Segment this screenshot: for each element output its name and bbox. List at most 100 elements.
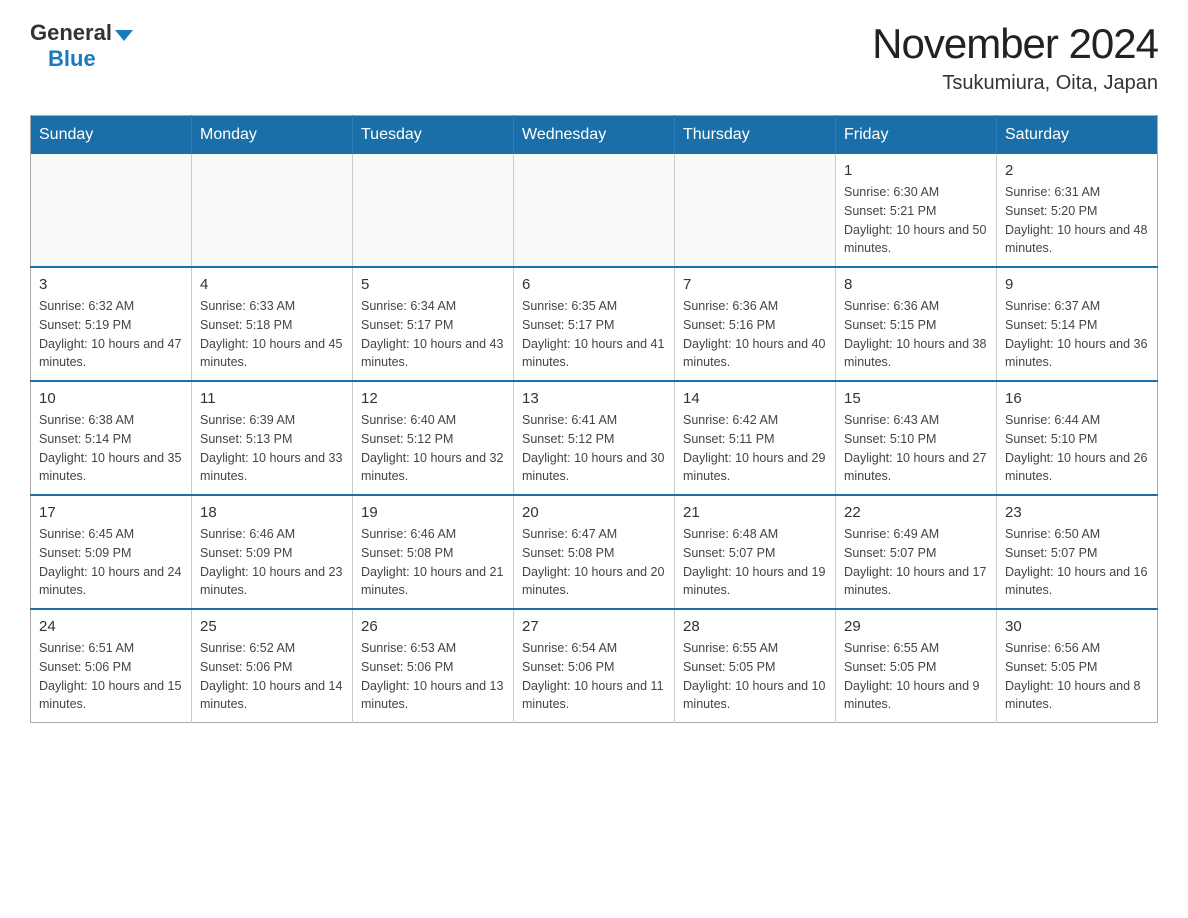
day-number: 3 [39, 276, 183, 293]
calendar-cell: 12Sunrise: 6:40 AM Sunset: 5:12 PM Dayli… [353, 381, 514, 495]
calendar-cell: 6 Sunrise: 6:35 AM Sunset: 5:17 PM Daylig… [514, 267, 675, 381]
calendar-cell: 8Sunrise: 6:36 AM Sunset: 5:15 PM Daylig… [836, 267, 997, 381]
calendar-cell: 2Sunrise: 6:31 AM Sunset: 5:20 PM Daylig… [997, 154, 1158, 267]
calendar-week-row: 17 Sunrise: 6:45 AM Sunset: 5:09 PM Dayli… [31, 495, 1158, 609]
calendar-cell: 22 Sunrise: 6:49 AM Sunset: 5:07 PM Dayli… [836, 495, 997, 609]
day-info: Sunrise: 6:43 AM Sunset: 5:10 PM Dayligh… [844, 411, 988, 486]
weekday-header: Thursday [675, 116, 836, 155]
day-info: Sunrise: 6:47 AM Sunset: 5:08 PM Dayligh… [522, 525, 666, 600]
calendar-cell: 28 Sunrise: 6:55 AM Sunset: 5:05 PM Dayli… [675, 609, 836, 723]
calendar-cell: 10Sunrise: 6:38 AM Sunset: 5:14 PM Dayli… [31, 381, 192, 495]
day-info: Sunrise: 6:30 AM Sunset: 5:21 PM Dayligh… [844, 183, 988, 258]
calendar-cell: 1 Sunrise: 6:30 AM Sunset: 5:21 PM Daylig… [836, 154, 997, 267]
day-info: Sunrise: 6:41 AM Sunset: 5:12 PM Dayligh… [522, 411, 666, 486]
day-number: 29 [844, 618, 988, 635]
calendar-cell: 27Sunrise: 6:54 AM Sunset: 5:06 PM Dayli… [514, 609, 675, 723]
day-info: Sunrise: 6:55 AM Sunset: 5:05 PM Dayligh… [844, 639, 988, 714]
calendar-cell: 24Sunrise: 6:51 AM Sunset: 5:06 PM Dayli… [31, 609, 192, 723]
calendar-cell: 9Sunrise: 6:37 AM Sunset: 5:14 PM Daylig… [997, 267, 1158, 381]
day-info: Sunrise: 6:36 AM Sunset: 5:16 PM Dayligh… [683, 297, 827, 372]
calendar-cell: 5 Sunrise: 6:34 AM Sunset: 5:17 PM Daylig… [353, 267, 514, 381]
day-info: Sunrise: 6:51 AM Sunset: 5:06 PM Dayligh… [39, 639, 183, 714]
day-info: Sunrise: 6:49 AM Sunset: 5:07 PM Dayligh… [844, 525, 988, 600]
calendar-cell: 16 Sunrise: 6:44 AM Sunset: 5:10 PM Dayli… [997, 381, 1158, 495]
day-info: Sunrise: 6:39 AM Sunset: 5:13 PM Dayligh… [200, 411, 344, 486]
calendar-cell [675, 154, 836, 267]
weekday-header: Friday [836, 116, 997, 155]
day-info: Sunrise: 6:34 AM Sunset: 5:17 PM Dayligh… [361, 297, 505, 372]
day-info: Sunrise: 6:33 AM Sunset: 5:18 PM Dayligh… [200, 297, 344, 372]
calendar-cell: 3 Sunrise: 6:32 AM Sunset: 5:19 PM Daylig… [31, 267, 192, 381]
day-number: 20 [522, 504, 666, 521]
day-info: Sunrise: 6:55 AM Sunset: 5:05 PM Dayligh… [683, 639, 827, 714]
day-info: Sunrise: 6:56 AM Sunset: 5:05 PM Dayligh… [1005, 639, 1149, 714]
calendar-cell: 4 Sunrise: 6:33 AM Sunset: 5:18 PM Daylig… [192, 267, 353, 381]
day-number: 1 [844, 162, 988, 179]
day-info: Sunrise: 6:45 AM Sunset: 5:09 PM Dayligh… [39, 525, 183, 600]
calendar-cell: 19 Sunrise: 6:46 AM Sunset: 5:08 PM Dayli… [353, 495, 514, 609]
calendar-cell: 11 Sunrise: 6:39 AM Sunset: 5:13 PM Dayli… [192, 381, 353, 495]
day-info: Sunrise: 6:46 AM Sunset: 5:09 PM Dayligh… [200, 525, 344, 600]
day-info: Sunrise: 6:36 AM Sunset: 5:15 PM Dayligh… [844, 297, 988, 372]
calendar-week-row: 1 Sunrise: 6:30 AM Sunset: 5:21 PM Daylig… [31, 154, 1158, 267]
day-info: Sunrise: 6:32 AM Sunset: 5:19 PM Dayligh… [39, 297, 183, 372]
calendar-week-row: 3 Sunrise: 6:32 AM Sunset: 5:19 PM Daylig… [31, 267, 1158, 381]
weekday-header: Sunday [31, 116, 192, 155]
logo-blue-text: Blue [30, 46, 96, 71]
calendar-cell [31, 154, 192, 267]
day-info: Sunrise: 6:53 AM Sunset: 5:06 PM Dayligh… [361, 639, 505, 714]
day-number: 17 [39, 504, 183, 521]
day-info: Sunrise: 6:42 AM Sunset: 5:11 PM Dayligh… [683, 411, 827, 486]
day-info: Sunrise: 6:31 AM Sunset: 5:20 PM Dayligh… [1005, 183, 1149, 258]
logo-triangle-icon [115, 30, 133, 41]
day-number: 14 [683, 390, 827, 407]
day-info: Sunrise: 6:48 AM Sunset: 5:07 PM Dayligh… [683, 525, 827, 600]
calendar-cell: 30Sunrise: 6:56 AM Sunset: 5:05 PM Dayli… [997, 609, 1158, 723]
calendar-cell: 18 Sunrise: 6:46 AM Sunset: 5:09 PM Dayli… [192, 495, 353, 609]
calendar-cell: 29 Sunrise: 6:55 AM Sunset: 5:05 PM Dayli… [836, 609, 997, 723]
day-number: 27 [522, 618, 666, 635]
day-number: 22 [844, 504, 988, 521]
calendar-cell [353, 154, 514, 267]
weekday-header: Saturday [997, 116, 1158, 155]
page-header: General Blue November 2024 Tsukumiura, O… [30, 20, 1158, 95]
calendar-cell: 20 Sunrise: 6:47 AM Sunset: 5:08 PM Dayli… [514, 495, 675, 609]
day-number: 11 [200, 390, 344, 407]
calendar-cell: 13 Sunrise: 6:41 AM Sunset: 5:12 PM Dayli… [514, 381, 675, 495]
calendar-cell: 25 Sunrise: 6:52 AM Sunset: 5:06 PM Dayli… [192, 609, 353, 723]
calendar-header-row: SundayMondayTuesdayWednesdayThursdayFrid… [31, 116, 1158, 155]
day-number: 5 [361, 276, 505, 293]
calendar-cell [192, 154, 353, 267]
day-info: Sunrise: 6:35 AM Sunset: 5:17 PM Dayligh… [522, 297, 666, 372]
day-number: 25 [200, 618, 344, 635]
day-info: Sunrise: 6:46 AM Sunset: 5:08 PM Dayligh… [361, 525, 505, 600]
calendar-table: SundayMondayTuesdayWednesdayThursdayFrid… [30, 115, 1158, 723]
day-number: 28 [683, 618, 827, 635]
calendar-cell [514, 154, 675, 267]
calendar-cell: 23Sunrise: 6:50 AM Sunset: 5:07 PM Dayli… [997, 495, 1158, 609]
day-info: Sunrise: 6:40 AM Sunset: 5:12 PM Dayligh… [361, 411, 505, 486]
calendar-week-row: 10Sunrise: 6:38 AM Sunset: 5:14 PM Dayli… [31, 381, 1158, 495]
logo-general-text: General [30, 20, 112, 46]
day-number: 9 [1005, 276, 1149, 293]
day-number: 4 [200, 276, 344, 293]
logo: General Blue [30, 20, 133, 72]
day-info: Sunrise: 6:38 AM Sunset: 5:14 PM Dayligh… [39, 411, 183, 486]
calendar-week-row: 24Sunrise: 6:51 AM Sunset: 5:06 PM Dayli… [31, 609, 1158, 723]
day-number: 23 [1005, 504, 1149, 521]
weekday-header: Monday [192, 116, 353, 155]
weekday-header: Tuesday [353, 116, 514, 155]
day-info: Sunrise: 6:52 AM Sunset: 5:06 PM Dayligh… [200, 639, 344, 714]
day-number: 19 [361, 504, 505, 521]
day-number: 13 [522, 390, 666, 407]
day-number: 26 [361, 618, 505, 635]
calendar-cell: 21Sunrise: 6:48 AM Sunset: 5:07 PM Dayli… [675, 495, 836, 609]
calendar-title: November 2024 [872, 20, 1158, 68]
day-number: 7 [683, 276, 827, 293]
day-number: 16 [1005, 390, 1149, 407]
day-info: Sunrise: 6:44 AM Sunset: 5:10 PM Dayligh… [1005, 411, 1149, 486]
day-number: 6 [522, 276, 666, 293]
calendar-cell: 14 Sunrise: 6:42 AM Sunset: 5:11 PM Dayli… [675, 381, 836, 495]
weekday-header: Wednesday [514, 116, 675, 155]
day-number: 18 [200, 504, 344, 521]
